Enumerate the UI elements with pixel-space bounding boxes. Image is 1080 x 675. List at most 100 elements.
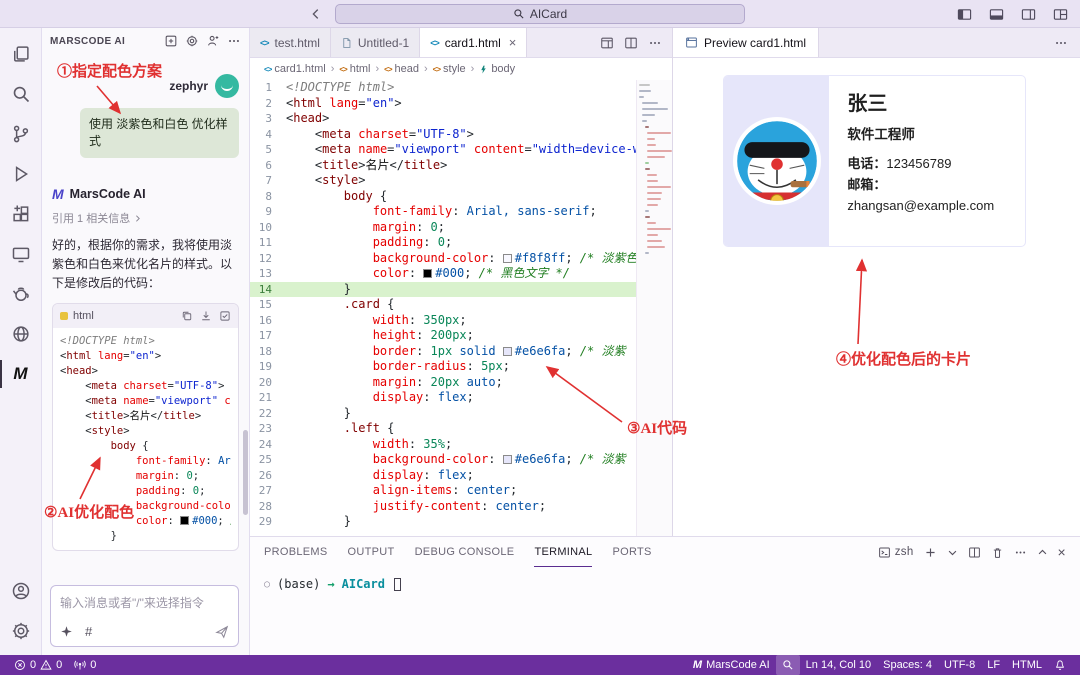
eol[interactable]: LF	[981, 655, 1006, 675]
code-line-5[interactable]: 5 <meta name="viewport" content="width=d…	[250, 142, 672, 158]
minimap[interactable]	[636, 80, 672, 536]
code-line-4[interactable]: 4 <meta charset="UTF-8">	[250, 127, 672, 143]
run-debug-icon[interactable]	[0, 154, 42, 194]
language-mode[interactable]: HTML	[1006, 655, 1048, 675]
code-line-22[interactable]: 22 }	[250, 406, 672, 422]
globe-icon[interactable]	[0, 314, 42, 354]
remote-explorer-icon[interactable]	[0, 234, 42, 274]
breadcrumb-html[interactable]: <>html	[339, 63, 370, 75]
breadcrumb-head[interactable]: <>head	[384, 63, 419, 75]
teapot-icon[interactable]	[0, 274, 42, 314]
search-sidebar-icon[interactable]	[0, 74, 42, 114]
editor-more-icon[interactable]	[648, 36, 662, 50]
problems-status[interactable]: 0 0	[8, 655, 68, 675]
code-line-11[interactable]: 11 padding: 0;	[250, 235, 672, 251]
apply-code-icon[interactable]	[219, 310, 231, 322]
preview-more-icon[interactable]	[1054, 36, 1080, 50]
terminal-dropdown-icon[interactable]	[947, 547, 958, 558]
code-line-21[interactable]: 21 display: flex;	[250, 390, 672, 406]
cursor-position[interactable]: Ln 14, Col 10	[800, 655, 877, 675]
marscode-ai-icon[interactable]: M	[0, 354, 42, 394]
code-line-24[interactable]: 24 width: 35%;	[250, 437, 672, 453]
tab-preview-card1[interactable]: Preview card1.html	[673, 28, 819, 57]
new-chat-icon[interactable]	[164, 34, 178, 48]
marscode-status[interactable]: MMarsCode AI	[687, 655, 776, 675]
tab-debug-console[interactable]: DEBUG CONSOLE	[415, 537, 515, 567]
code-line-13[interactable]: 13 color: #000; /* 黑色文字 */	[250, 266, 672, 282]
ports-status[interactable]: 0	[68, 655, 102, 675]
code-line-19[interactable]: 19 border-radius: 5px;	[250, 359, 672, 375]
code-line-25[interactable]: 25 background-color: #e6e6fa; /* 淡紫	[250, 452, 672, 468]
reference-link[interactable]: 引用 1 相关信息	[52, 210, 239, 226]
tab-problems[interactable]: PROBLEMS	[264, 537, 328, 567]
code-line-9[interactable]: 9 font-family: Arial, sans-serif;	[250, 204, 672, 220]
explorer-icon[interactable]	[0, 34, 42, 74]
code-line-16[interactable]: 16 width: 350px;	[250, 313, 672, 329]
panel-more-icon[interactable]	[1014, 546, 1027, 559]
code-line-15[interactable]: 15 .card {	[250, 297, 672, 313]
context-hash-button[interactable]: #	[85, 624, 92, 639]
account-icon[interactable]	[0, 571, 42, 611]
agent-profile-icon[interactable]	[206, 34, 220, 48]
new-terminal-icon[interactable]	[924, 546, 937, 559]
customize-layout-icon[interactable]	[1050, 4, 1070, 24]
sidebar-scrollbar[interactable]	[243, 430, 248, 515]
tab-untitled-1[interactable]: Untitled-1	[331, 28, 420, 57]
code-line-14[interactable]: 14 }	[250, 282, 672, 298]
code-editor[interactable]: 1<!DOCTYPE html>2<html lang="en">3<head>…	[250, 80, 672, 536]
code-line-20[interactable]: 20 margin: 20px auto;	[250, 375, 672, 391]
kill-terminal-icon[interactable]	[991, 546, 1004, 559]
code-line-27[interactable]: 27 align-items: center;	[250, 483, 672, 499]
code-line-8[interactable]: 8 body {	[250, 189, 672, 205]
shell-selector[interactable]: zsh	[878, 546, 914, 559]
toggle-sidebar-left-icon[interactable]	[954, 4, 974, 24]
tab-ports[interactable]: PORTS	[612, 537, 651, 567]
code-line-2[interactable]: 2<html lang="en">	[250, 96, 672, 112]
split-editor-icon[interactable]	[624, 36, 638, 50]
breadcrumb-body[interactable]: body	[479, 63, 515, 75]
indentation[interactable]: Spaces: 4	[877, 655, 938, 675]
toggle-panel-icon[interactable]	[986, 4, 1006, 24]
code-line-28[interactable]: 28 justify-content: center;	[250, 499, 672, 515]
code-line-3[interactable]: 3<head>	[250, 111, 672, 127]
code-line-1[interactable]: 1<!DOCTYPE html>	[250, 80, 672, 96]
send-icon[interactable]	[215, 625, 229, 639]
split-terminal-icon[interactable]	[968, 546, 981, 559]
maximize-panel-icon[interactable]	[1037, 547, 1048, 558]
terminal-prompt[interactable]: ○ (base) → AICard	[250, 567, 1080, 591]
settings-gear-icon[interactable]	[0, 611, 42, 651]
code-line-26[interactable]: 26 display: flex;	[250, 468, 672, 484]
tab-card1-html[interactable]: <> card1.html ×	[420, 28, 527, 57]
code-line-12[interactable]: 12 background-color: #f8f8ff; /* 淡紫色	[250, 251, 672, 267]
breadcrumb-style[interactable]: <>style	[433, 63, 466, 75]
notifications-bell-icon[interactable]	[1048, 655, 1072, 675]
chat-history[interactable]: zephyr 使用 淡紫色和白色 优化样式 M MarsCode AI 引用 1…	[42, 54, 249, 575]
skills-icon[interactable]	[60, 625, 73, 638]
breadcrumb-file[interactable]: <>card1.html	[264, 63, 326, 75]
more-actions-icon[interactable]	[227, 34, 241, 48]
zoom-indicator[interactable]	[776, 655, 800, 675]
insert-code-icon[interactable]	[200, 310, 212, 322]
code-line-17[interactable]: 17 height: 200px;	[250, 328, 672, 344]
command-center-search[interactable]: AICard	[335, 4, 745, 24]
copy-code-icon[interactable]	[181, 310, 193, 322]
code-line-29[interactable]: 29 }	[250, 514, 672, 530]
open-preview-icon[interactable]	[600, 36, 614, 50]
code-line-7[interactable]: 7 <style>	[250, 173, 672, 189]
code-line-23[interactable]: 23 .left {	[250, 421, 672, 437]
code-line-18[interactable]: 18 border: 1px solid #e6e6fa; /* 淡紫	[250, 344, 672, 360]
chat-settings-icon[interactable]	[185, 34, 199, 48]
back-icon[interactable]	[306, 4, 326, 24]
close-panel-icon[interactable]: ×	[1058, 544, 1066, 560]
code-line-6[interactable]: 6 <title>名片</title>	[250, 158, 672, 174]
encoding[interactable]: UTF-8	[938, 655, 981, 675]
tab-terminal[interactable]: TERMINAL	[534, 537, 592, 567]
code-line-10[interactable]: 10 margin: 0;	[250, 220, 672, 236]
close-tab-icon[interactable]: ×	[509, 35, 517, 50]
chat-input-box[interactable]: 输入消息或者"/"来选择指令 #	[50, 585, 239, 647]
extensions-icon[interactable]	[0, 194, 42, 234]
toggle-sidebar-right-icon[interactable]	[1018, 4, 1038, 24]
tab-output[interactable]: OUTPUT	[348, 537, 395, 567]
tab-test-html[interactable]: <> test.html	[250, 28, 331, 57]
source-control-icon[interactable]	[0, 114, 42, 154]
